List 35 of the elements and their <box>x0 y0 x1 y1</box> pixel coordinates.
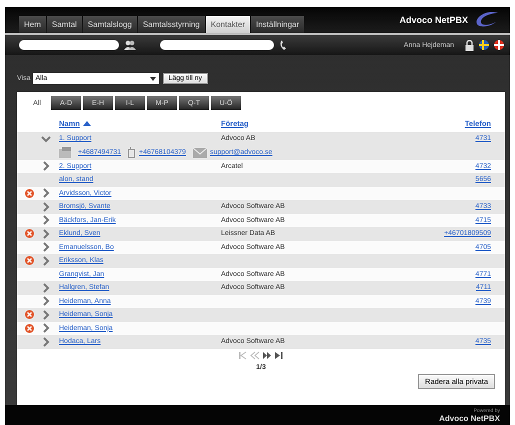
dropdown-arrow-icon <box>150 76 156 80</box>
phone-icon <box>279 40 287 50</box>
people-icon <box>124 40 136 50</box>
chevron-right-icon[interactable] <box>41 242 51 252</box>
nav-tab[interactable]: Kontakter <box>206 16 250 33</box>
swedish-flag-icon[interactable] <box>479 40 489 50</box>
last-page-button[interactable] <box>274 350 284 360</box>
sort-up-icon <box>82 120 91 126</box>
chevron-right-icon[interactable] <box>41 161 51 172</box>
nav-tab[interactable]: Samtalsstyrning <box>138 16 205 33</box>
chevron-down-icon[interactable] <box>41 134 51 144</box>
contact-search-field[interactable] <box>19 40 119 50</box>
chevron-right-icon[interactable] <box>41 215 51 226</box>
chevron-right-icon[interactable] <box>41 296 51 306</box>
dial-field[interactable] <box>160 40 274 50</box>
chevron-right-icon[interactable] <box>41 188 51 198</box>
chevron-right-icon[interactable] <box>41 323 51 334</box>
chevron-right-icon[interactable] <box>41 310 51 320</box>
lock-icon[interactable] <box>465 40 474 50</box>
chevron-right-icon[interactable] <box>41 256 51 266</box>
mobile-phone-icon <box>128 147 136 158</box>
next-page-button[interactable] <box>262 350 272 360</box>
chevron-right-icon[interactable] <box>41 336 51 347</box>
warning-icon <box>25 229 34 238</box>
chevron-right-icon[interactable] <box>41 202 51 212</box>
warning-icon <box>25 310 34 320</box>
chevron-right-icon[interactable] <box>41 282 51 293</box>
warning-icon <box>25 256 34 266</box>
chevron-right-icon[interactable] <box>41 228 51 239</box>
nav-tab[interactable]: Samtalslogg <box>82 16 137 33</box>
brand-name: Advoco NetPBX <box>399 15 468 25</box>
nav-tab[interactable]: Samtal <box>46 16 82 33</box>
nav-tab[interactable]: Inställningar <box>251 16 304 33</box>
nav-tab[interactable]: Hem <box>19 16 46 33</box>
footer-brand: Advoco NetPBX <box>439 414 500 422</box>
